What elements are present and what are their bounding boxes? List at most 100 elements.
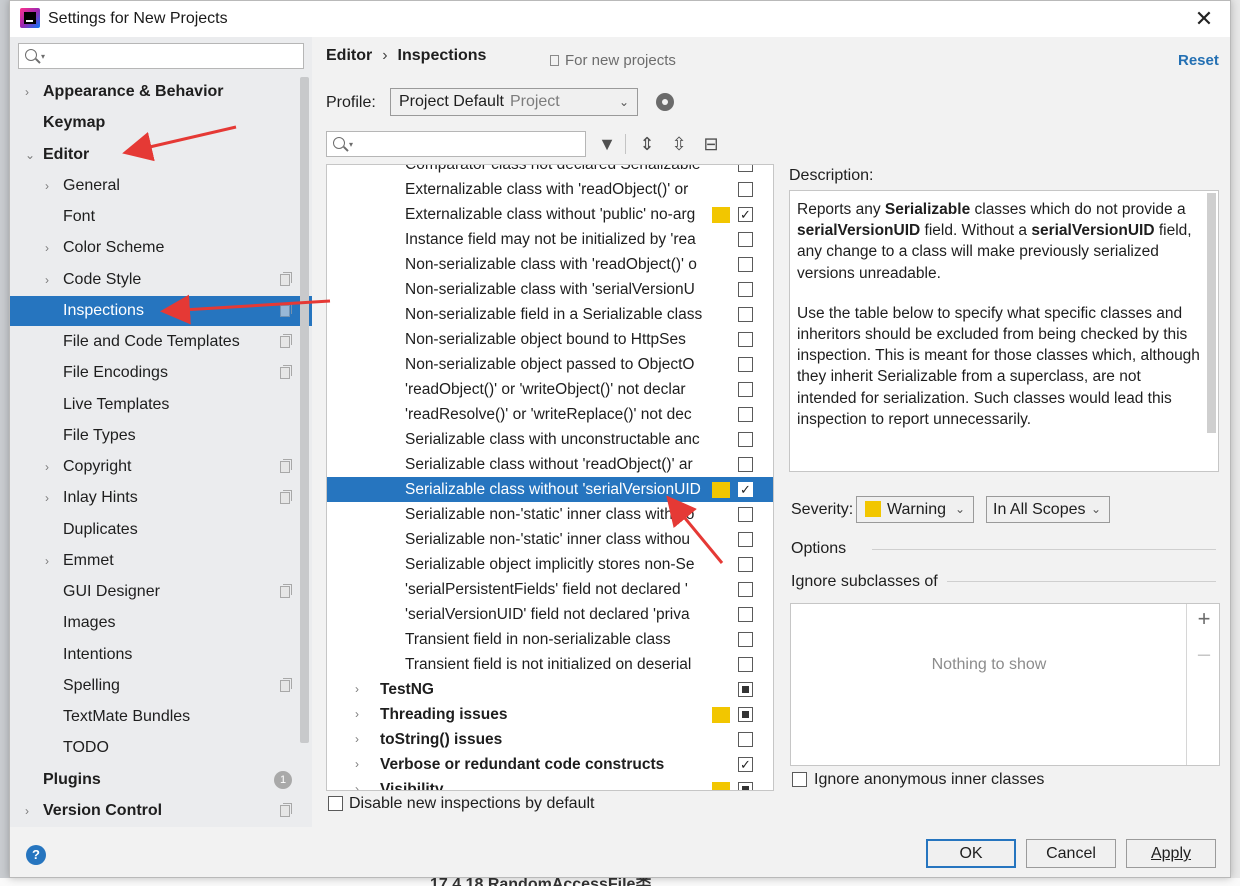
gear-icon[interactable] bbox=[653, 86, 674, 115]
inspection-checkbox[interactable] bbox=[738, 357, 753, 372]
inspection-checkbox[interactable] bbox=[738, 732, 753, 747]
inspection-group[interactable]: › Visibility bbox=[327, 777, 773, 790]
inspection-item[interactable]: Transient field in non-serializable clas… bbox=[327, 627, 773, 652]
inspection-group[interactable]: › Threading issues bbox=[327, 702, 773, 727]
inspection-group[interactable]: › TestNG bbox=[327, 677, 773, 702]
tree-item-inlay-hints[interactable]: › Inlay Hints bbox=[10, 483, 312, 513]
tree-item-file-encodings[interactable]: File Encodings bbox=[10, 358, 312, 388]
inspection-item[interactable]: Instance field may not be initialized by… bbox=[327, 227, 773, 252]
inspection-checkbox[interactable] bbox=[738, 457, 753, 472]
tree-item-spelling[interactable]: Spelling bbox=[10, 671, 312, 701]
inspection-checkbox[interactable] bbox=[738, 232, 753, 247]
inspections-search-input[interactable]: ▾ bbox=[326, 131, 586, 157]
tree-item-images[interactable]: Images bbox=[10, 608, 312, 638]
profile-dropdown[interactable]: Project Default Project ⌄ bbox=[390, 88, 638, 116]
chevron-right-icon[interactable]: › bbox=[25, 77, 29, 107]
tree-item-emmet[interactable]: › Emmet bbox=[10, 546, 312, 576]
sidebar-scrollbar[interactable] bbox=[300, 77, 309, 743]
inspection-checkbox[interactable] bbox=[738, 407, 753, 422]
inspection-checkbox[interactable] bbox=[738, 182, 753, 197]
collapse-all-icon[interactable]: ⇳ bbox=[668, 132, 690, 156]
inspection-checkbox[interactable] bbox=[738, 532, 753, 547]
cancel-button[interactable]: Cancel bbox=[1026, 839, 1116, 868]
inspection-item[interactable]: Serializable class without 'readObject()… bbox=[327, 452, 773, 477]
tree-item-font[interactable]: Font bbox=[10, 202, 312, 232]
inspection-checkbox[interactable] bbox=[738, 332, 753, 347]
chevron-right-icon[interactable]: › bbox=[45, 546, 49, 576]
subclass-list[interactable]: Nothing to show bbox=[791, 604, 1187, 765]
chevron-right-icon[interactable]: › bbox=[355, 677, 359, 702]
tree-item-duplicates[interactable]: Duplicates bbox=[10, 515, 312, 545]
inspection-checkbox[interactable] bbox=[738, 257, 753, 272]
inspection-checkbox[interactable] bbox=[738, 432, 753, 447]
inspection-item[interactable]: Non-serializable field in a Serializable… bbox=[327, 302, 773, 327]
settings-search-input[interactable]: ▾ bbox=[18, 43, 304, 69]
chevron-right-icon[interactable]: › bbox=[355, 727, 359, 752]
inspection-item[interactable]: 'serialPersistentFields' field not decla… bbox=[327, 577, 773, 602]
tree-item-editor[interactable]: ⌄ Editor bbox=[10, 140, 312, 170]
close-button[interactable]: ✕ bbox=[1192, 7, 1216, 31]
inspection-group[interactable]: › toString() issues bbox=[327, 727, 773, 752]
inspection-checkbox[interactable] bbox=[738, 782, 753, 790]
chevron-right-icon[interactable]: › bbox=[25, 796, 29, 826]
inspection-item[interactable]: 'serialVersionUID' field not declared 'p… bbox=[327, 602, 773, 627]
tree-item-textmate-bundles[interactable]: TextMate Bundles bbox=[10, 702, 312, 732]
inspection-item[interactable]: Externalizable class with 'readObject()'… bbox=[327, 177, 773, 202]
inspection-item[interactable]: Non-serializable class with 'readObject(… bbox=[327, 252, 773, 277]
reset-to-empty-icon[interactable]: ⊟ bbox=[700, 132, 722, 156]
checkbox[interactable] bbox=[792, 772, 807, 787]
filter-icon[interactable]: ▼ bbox=[596, 132, 618, 156]
inspection-item[interactable]: Serializable object implicitly stores no… bbox=[327, 552, 773, 577]
inspection-item[interactable]: Serializable non-'static' inner class wi… bbox=[327, 502, 773, 527]
chevron-right-icon[interactable]: › bbox=[355, 702, 359, 727]
inspection-item[interactable]: 'readResolve()' or 'writeReplace()' not … bbox=[327, 402, 773, 427]
description-scrollbar[interactable] bbox=[1207, 193, 1216, 433]
inspection-checkbox[interactable] bbox=[738, 557, 753, 572]
inspection-item[interactable]: Transient field is not initialized on de… bbox=[327, 652, 773, 677]
inspection-checkbox[interactable] bbox=[738, 632, 753, 647]
inspection-checkbox[interactable] bbox=[738, 682, 753, 697]
inspection-checkbox[interactable] bbox=[738, 282, 753, 297]
inspection-item[interactable]: 'readObject()' or 'writeObject()' not de… bbox=[327, 377, 773, 402]
chevron-down-icon[interactable]: ⌄ bbox=[25, 140, 35, 170]
tree-item-code-style[interactable]: › Code Style bbox=[10, 265, 312, 295]
chevron-right-icon[interactable]: › bbox=[45, 483, 49, 513]
apply-button[interactable]: Apply bbox=[1126, 839, 1216, 868]
tree-item-todo[interactable]: TODO bbox=[10, 733, 312, 763]
tree-item-file-and-code-templates[interactable]: File and Code Templates bbox=[10, 327, 312, 357]
ok-button[interactable]: OK bbox=[926, 839, 1016, 868]
tree-item-appearance-behavior[interactable]: › Appearance & Behavior bbox=[10, 77, 312, 107]
chevron-right-icon[interactable]: › bbox=[355, 777, 359, 790]
inspection-item[interactable]: Non-serializable object bound to HttpSes bbox=[327, 327, 773, 352]
inspection-checkbox[interactable] bbox=[738, 507, 753, 522]
tree-item-intentions[interactable]: Intentions bbox=[10, 640, 312, 670]
tree-item-version-control[interactable]: › Version Control bbox=[10, 796, 312, 826]
inspection-checkbox[interactable]: ✓ bbox=[738, 207, 753, 222]
tree-item-plugins[interactable]: Plugins 1 bbox=[10, 765, 312, 795]
inspection-checkbox[interactable] bbox=[738, 707, 753, 722]
chevron-right-icon[interactable]: › bbox=[45, 171, 49, 201]
remove-icon[interactable]: – bbox=[1193, 643, 1215, 666]
reset-link[interactable]: Reset bbox=[1178, 52, 1219, 69]
tree-item-gui-designer[interactable]: GUI Designer bbox=[10, 577, 312, 607]
inspection-checkbox[interactable] bbox=[738, 307, 753, 322]
inspection-checkbox[interactable]: ✓ bbox=[738, 757, 753, 772]
chevron-right-icon[interactable]: › bbox=[45, 233, 49, 263]
inspection-checkbox[interactable] bbox=[738, 165, 753, 172]
inspection-item[interactable]: Non-serializable object passed to Object… bbox=[327, 352, 773, 377]
tree-item-keymap[interactable]: Keymap bbox=[10, 108, 312, 138]
inspection-checkbox[interactable] bbox=[738, 382, 753, 397]
help-button[interactable]: ? bbox=[26, 845, 46, 865]
breadcrumb-editor[interactable]: Editor bbox=[326, 47, 372, 64]
inspection-item[interactable]: Serializable class with unconstructable … bbox=[327, 427, 773, 452]
checkbox[interactable] bbox=[328, 796, 343, 811]
inspection-group[interactable]: › Verbose or redundant code constructs ✓ bbox=[327, 752, 773, 777]
inspection-item[interactable]: Serializable non-'static' inner class wi… bbox=[327, 527, 773, 552]
inspection-checkbox[interactable] bbox=[738, 607, 753, 622]
expand-all-icon[interactable]: ⇕ bbox=[636, 132, 658, 156]
inspection-item[interactable]: Non-serializable class with 'serialVersi… bbox=[327, 277, 773, 302]
inspection-item[interactable]: Serializable class without 'serialVersio… bbox=[327, 477, 773, 502]
tree-item-color-scheme[interactable]: › Color Scheme bbox=[10, 233, 312, 263]
inspection-checkbox[interactable]: ✓ bbox=[738, 482, 753, 497]
inspection-item[interactable]: Comparator class not declared Serializab… bbox=[327, 165, 773, 177]
